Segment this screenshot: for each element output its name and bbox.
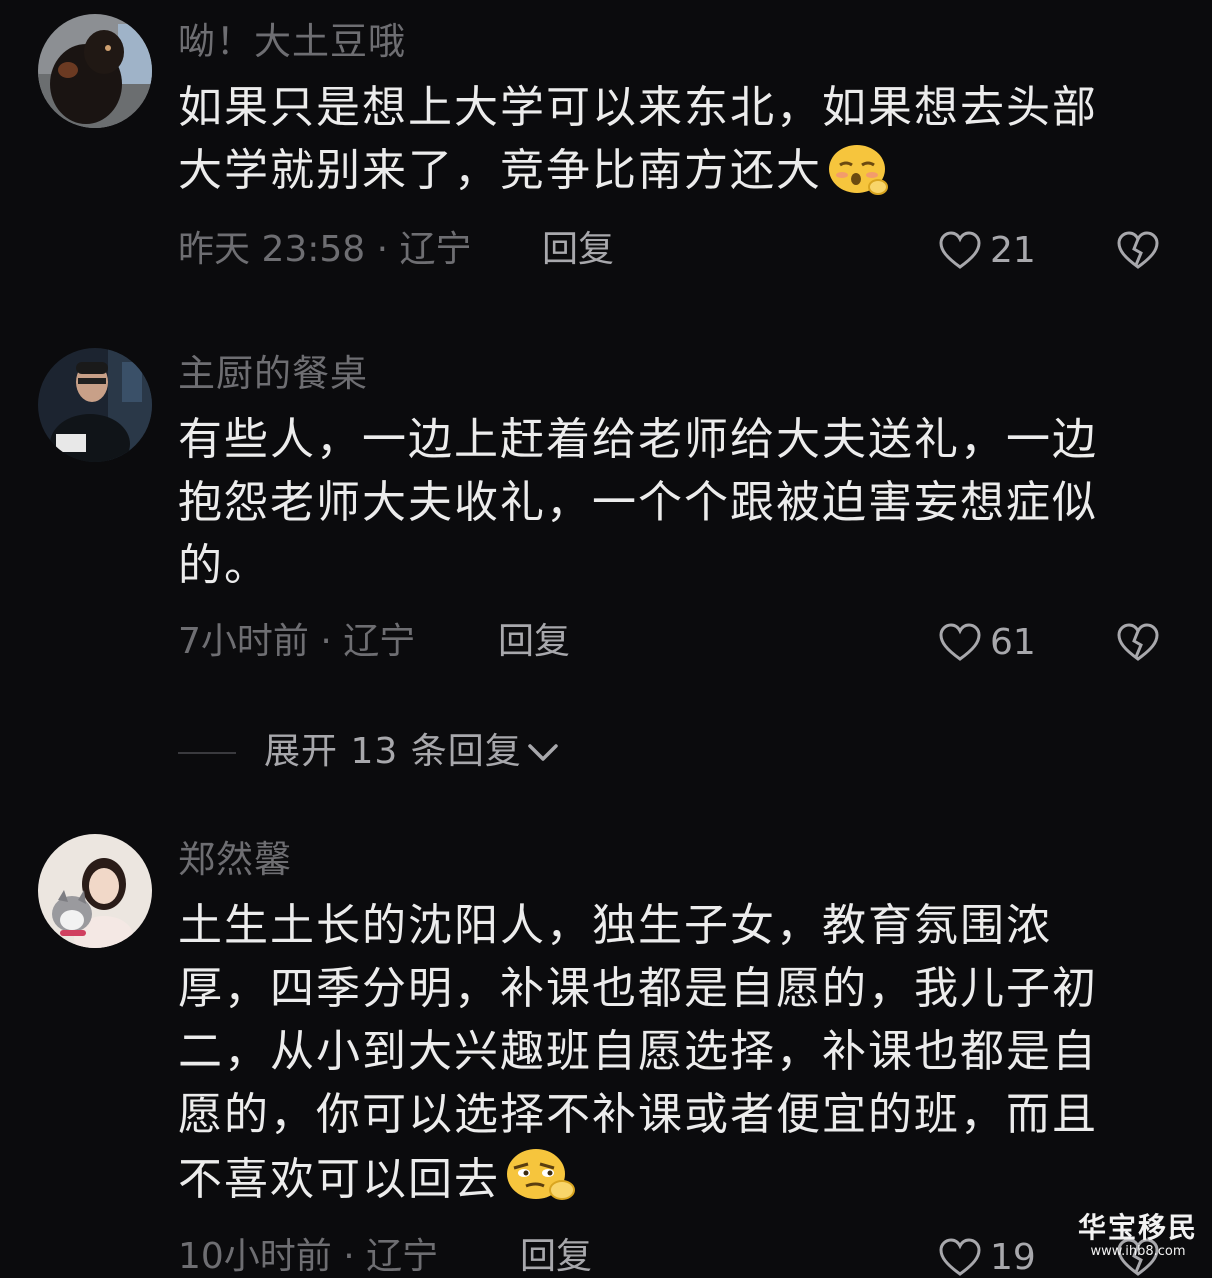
chevron-down-icon	[528, 744, 558, 761]
comment-text-line: 厚，四季分明，补课也都是自愿的，我儿子初	[178, 963, 1098, 1014]
comment-username[interactable]: 主厨的餐桌	[178, 352, 368, 396]
smirk-face-emoji	[504, 1146, 576, 1221]
comment-time-location: 7小时前 · 辽宁	[178, 621, 416, 662]
watermark-url: www.ihb8.com	[1090, 1244, 1186, 1259]
comment-text-line: 如果只是想上大学可以来东北，如果想去头部	[178, 82, 1098, 133]
comment-username[interactable]: 郑然馨	[178, 838, 292, 882]
comment-text-line: 愿的，你可以选择不补课或者便宜的班，而且	[178, 1089, 1098, 1140]
comment-text-line: 的。	[178, 540, 270, 591]
comment-text-line: 土生土长的沈阳人，独生子女，教育氛围浓	[178, 900, 1052, 951]
comment-text-line: 大学就别来了，竞争比南方还大	[178, 139, 1138, 212]
watermark-brand: 华宝移民	[1078, 1211, 1199, 1244]
reply-button[interactable]: 回复	[520, 1232, 592, 1278]
expand-replies-label: 展开 13 条回复	[264, 731, 522, 772]
broken-heart-icon[interactable]	[1116, 621, 1160, 665]
heart-icon[interactable]	[938, 229, 982, 273]
comment-text-line: 二，从小到大兴趣班自愿选择，补课也都是自	[178, 1026, 1098, 1077]
comment-text: 土生土长的沈阳人，独生子女，教育氛围浓 厚，四季分明，补课也都是自愿的，我儿子初…	[178, 894, 1138, 1221]
comment-time-location: 昨天 23:58 · 辽宁	[178, 229, 472, 270]
comment-username[interactable]: 呦！大土豆哦	[178, 20, 406, 64]
comment-list: 呦！大土豆哦 如果只是想上大学可以来东北，如果想去头部 大学就别来了，竞争比南方…	[0, 0, 1212, 1278]
comment-text-line: 不喜欢可以回去	[178, 1146, 1138, 1221]
comment-text-line: 抱怨老师大夫收礼，一个个跟被迫害妄想症似	[178, 477, 1098, 528]
avatar[interactable]	[38, 348, 152, 462]
comment-time-location: 10小时前 · 辽宁	[178, 1236, 439, 1277]
avatar[interactable]	[38, 834, 152, 948]
comment-text: 如果只是想上大学可以来东北，如果想去头部 大学就别来了，竞争比南方还大	[178, 76, 1138, 212]
comment-text-line-content: 大学就别来了，竞争比南方还大	[178, 145, 822, 196]
sleepy-face-emoji	[826, 139, 888, 212]
like-count: 21	[990, 230, 1036, 271]
like-count: 61	[990, 622, 1036, 663]
divider-line	[178, 752, 236, 754]
reply-button[interactable]: 回复	[498, 617, 570, 667]
like-count: 19	[990, 1237, 1036, 1278]
watermark-logo: 华宝移民 www.ihb8.com	[1078, 1212, 1198, 1260]
reply-button[interactable]: 回复	[542, 225, 614, 275]
comment-text-line-content: 不喜欢可以回去	[178, 1154, 500, 1205]
broken-heart-icon[interactable]	[1116, 229, 1160, 273]
heart-icon[interactable]	[938, 1236, 982, 1278]
avatar[interactable]	[38, 14, 152, 128]
comment-text: 有些人，一边上赶着给老师给大夫送礼，一边 抱怨老师大夫收礼，一个个跟被迫害妄想症…	[178, 408, 1138, 597]
comment-text-line: 有些人，一边上赶着给老师给大夫送礼，一边	[178, 414, 1098, 465]
heart-icon[interactable]	[938, 621, 982, 665]
